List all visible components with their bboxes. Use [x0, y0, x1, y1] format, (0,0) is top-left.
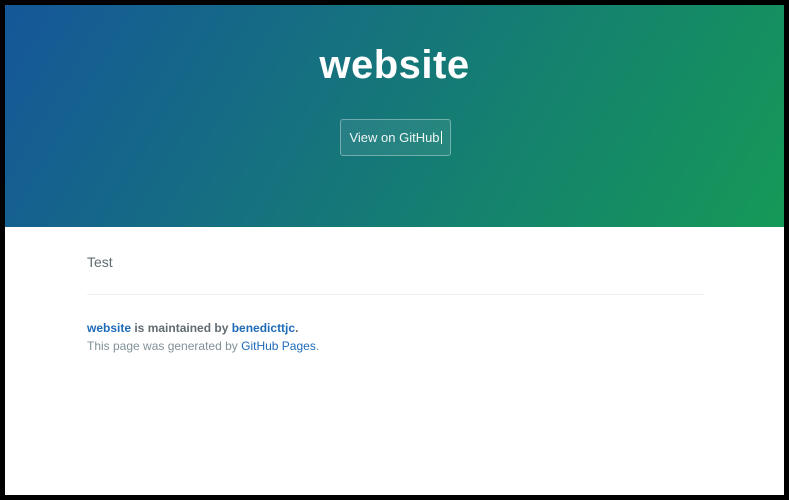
maintained-by-text: is maintained by [131, 321, 232, 335]
github-pages-link[interactable]: GitHub Pages [241, 339, 316, 353]
text-cursor-icon [440, 131, 442, 144]
browser-viewport: website View on GitHub Test website is m… [5, 5, 784, 495]
owner-suffix: . [295, 321, 299, 335]
site-footer-credits: This page was generated by GitHub Pages. [87, 339, 319, 353]
page-header: website View on GitHub [5, 5, 784, 227]
project-name: website [319, 43, 470, 87]
view-on-github-button[interactable]: View on GitHub [340, 119, 451, 156]
owner-link[interactable]: benedicttjc [232, 321, 295, 335]
credits-suffix: . [315, 339, 320, 353]
content-text: Test [87, 254, 113, 270]
view-on-github-label: View on GitHub [349, 130, 440, 145]
repo-link[interactable]: website [87, 321, 131, 335]
footer-divider [87, 294, 704, 295]
site-footer-owner: website is maintained by benedicttjc. [87, 321, 298, 335]
credits-prefix: This page was generated by [87, 339, 242, 353]
